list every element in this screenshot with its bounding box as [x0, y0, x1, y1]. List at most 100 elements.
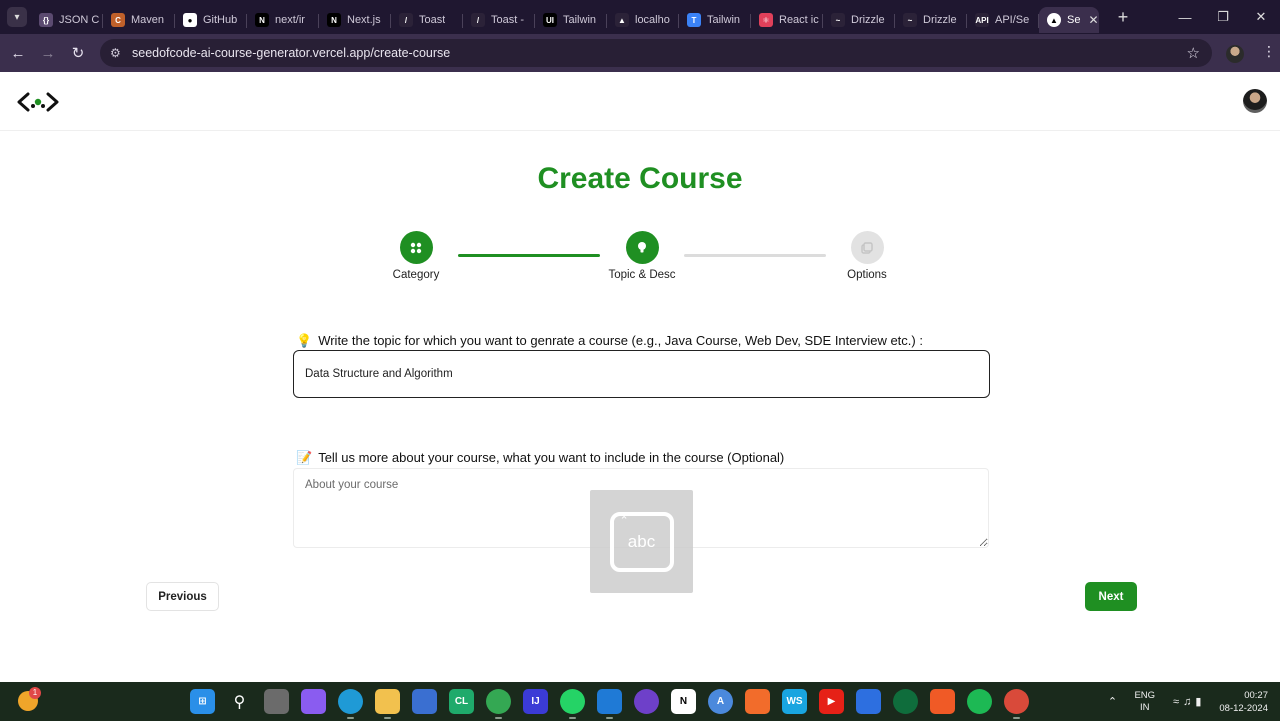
- app-a-icon[interactable]: A: [708, 689, 733, 714]
- grid-icon: [399, 231, 433, 264]
- browser-menu-icon[interactable]: ⋮: [1262, 43, 1276, 60]
- description-label-text: Tell us more about your course, what you…: [318, 450, 785, 465]
- localhost-icon: ▲: [615, 13, 629, 27]
- tab-13[interactable]: API API/Se: [967, 7, 1039, 33]
- step-label: Topic & Desc: [608, 269, 676, 281]
- tab-5[interactable]: / Toast: [391, 7, 463, 33]
- clock[interactable]: 00:27 08-12-2024: [1219, 689, 1268, 715]
- address-bar[interactable]: ⚙ seedofcode-ai-course-generator.vercel.…: [100, 39, 1212, 67]
- task-view-icon[interactable]: [264, 689, 289, 714]
- tab-label: Drizzle: [851, 14, 885, 26]
- tab-7[interactable]: UI Tailwin: [535, 7, 607, 33]
- tab-10[interactable]: ⚛ React ic: [751, 7, 823, 33]
- tab-label: Toast -: [491, 14, 525, 26]
- app-blue-icon[interactable]: [856, 689, 881, 714]
- tab-1[interactable]: C Maven: [103, 7, 175, 33]
- mongodb-icon[interactable]: [893, 689, 918, 714]
- topic-input[interactable]: [293, 350, 990, 398]
- vscode-icon[interactable]: [597, 689, 622, 719]
- minimize-icon[interactable]: —: [1166, 0, 1204, 34]
- language-indicator[interactable]: ENG IN: [1134, 690, 1155, 714]
- step-connector-2: [684, 254, 826, 257]
- back-icon[interactable]: ←: [3, 38, 33, 68]
- bookmark-star-icon[interactable]: ☆: [1187, 44, 1200, 62]
- clock-date: 08-12-2024: [1219, 702, 1268, 714]
- site-logo[interactable]: [17, 91, 59, 113]
- notion-icon[interactable]: N: [671, 689, 696, 714]
- file-explorer-icon[interactable]: [375, 689, 400, 719]
- topic-label-text: Write the topic for which you want to ge…: [318, 333, 923, 348]
- step-category: Category: [361, 231, 471, 281]
- chrome-icon[interactable]: [486, 689, 511, 719]
- options-icon: [850, 231, 884, 264]
- brave-icon[interactable]: [930, 689, 955, 714]
- lightbulb-emoji-icon: 💡: [296, 333, 313, 348]
- forward-icon[interactable]: →: [33, 38, 63, 68]
- tab-9[interactable]: T Tailwin: [679, 7, 751, 33]
- step-options: Options: [812, 231, 922, 281]
- tab-4[interactable]: N Next.js: [319, 7, 391, 33]
- tab-12[interactable]: ~ Drizzle: [895, 7, 967, 33]
- browser-profile-avatar[interactable]: [1226, 45, 1244, 63]
- new-tab-button[interactable]: +: [1113, 7, 1133, 28]
- tab-active[interactable]: ▲ Se ✕: [1039, 7, 1099, 33]
- edge-icon[interactable]: [338, 689, 363, 719]
- tab-11[interactable]: ~ Drizzle: [823, 7, 895, 33]
- site-header: [0, 72, 1280, 131]
- step-label: Category: [392, 269, 440, 281]
- show-hidden-icons-icon[interactable]: ⌃: [1102, 695, 1122, 708]
- browser-tab-strip: ▾ {} JSON C C Maven ● GitHub Nnext/ir N Next.js /…: [0, 0, 1280, 34]
- address-url[interactable]: seedofcode-ai-course-generator.vercel.ap…: [132, 46, 450, 60]
- tab-label: API/Se: [995, 14, 1030, 26]
- copilot-icon[interactable]: [301, 689, 326, 714]
- memo-emoji-icon: 📝: [296, 450, 313, 465]
- youtube-icon[interactable]: ▶: [819, 689, 844, 714]
- react-icon: ⚛: [759, 13, 773, 27]
- toast-icon: /: [399, 13, 413, 27]
- tab-label: Toast: [419, 14, 446, 26]
- tab-6[interactable]: / Toast -: [463, 7, 535, 33]
- reload-icon[interactable]: ↻: [63, 38, 93, 68]
- tab-label: next/ir: [275, 14, 305, 26]
- weather-widget[interactable]: 1: [18, 687, 41, 713]
- postman-icon[interactable]: [745, 689, 770, 714]
- previous-button[interactable]: Previous: [146, 582, 219, 611]
- tab-search-chevron-icon[interactable]: ▾: [7, 7, 27, 27]
- clion-icon[interactable]: CL: [449, 689, 474, 714]
- window-controls: — ❐ ✕: [1166, 0, 1280, 34]
- tab-2[interactable]: ● GitHub: [175, 7, 247, 33]
- maximize-icon[interactable]: ❐: [1204, 0, 1242, 34]
- page-title: Create Course: [537, 162, 743, 195]
- wifi-volume-battery-icon[interactable]: ≈♫▮: [1173, 695, 1205, 708]
- step-topic-desc: Topic & Desc: [587, 231, 697, 281]
- webstorm-icon[interactable]: WS: [782, 689, 807, 714]
- chrome-canary-icon[interactable]: [1004, 689, 1029, 719]
- search-icon[interactable]: ⚲: [227, 689, 252, 714]
- tab-list: {} JSON C C Maven ● GitHub Nnext/ir N Next.js / To…: [31, 0, 1039, 34]
- tab-8[interactable]: ▲ localho: [607, 7, 679, 33]
- store-icon[interactable]: [412, 689, 437, 714]
- start-icon[interactable]: ⊞: [190, 689, 215, 714]
- intellij-icon[interactable]: IJ: [523, 689, 548, 714]
- site-info-icon[interactable]: ⚙: [110, 46, 130, 60]
- taskbar: 1 ⊞ ⚲ CL IJ N A WS ▶ ⌃ ENG IN ≈♫▮ 00:27: [0, 682, 1280, 721]
- close-window-icon[interactable]: ✕: [1242, 0, 1280, 34]
- github-icon: ●: [183, 13, 197, 27]
- tab-label: Tailwin: [563, 14, 597, 26]
- tab-close-icon[interactable]: ✕: [1088, 13, 1098, 27]
- spotify-icon[interactable]: [967, 689, 992, 714]
- vercel-icon: ▲: [1047, 13, 1061, 27]
- tab-label: Se: [1067, 14, 1081, 26]
- tab-3[interactable]: Nnext/ir: [247, 7, 319, 33]
- tailwind-icon: T: [687, 13, 701, 27]
- tab-0[interactable]: {} JSON C: [31, 7, 103, 33]
- lightbulb-icon: [625, 231, 659, 264]
- taskbar-apps: ⊞ ⚲ CL IJ N A WS ▶: [190, 689, 1029, 719]
- tab-label: Tailwin: [707, 14, 741, 26]
- drizzle-icon: ~: [831, 13, 845, 27]
- whatsapp-icon[interactable]: [560, 689, 585, 719]
- description-label: 📝 Tell us more about your course, what yo…: [296, 450, 784, 466]
- user-avatar[interactable]: [1243, 89, 1267, 113]
- github-desktop-icon[interactable]: [634, 689, 659, 714]
- next-button[interactable]: Next: [1085, 582, 1137, 611]
